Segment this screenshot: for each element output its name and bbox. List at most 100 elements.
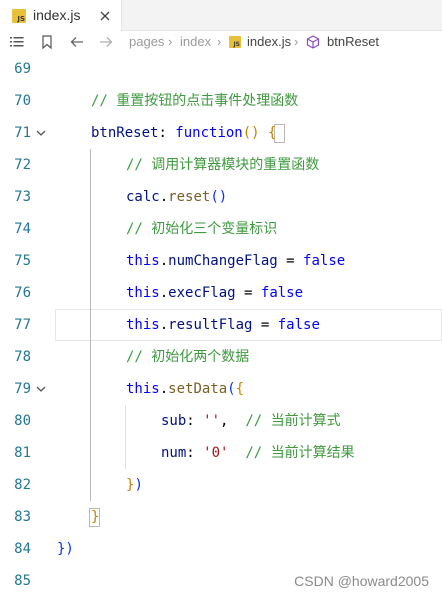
- code-token-bracket2: }): [57, 541, 74, 557]
- code-token-bracket: (): [242, 125, 269, 141]
- chevron-down-icon[interactable]: [35, 127, 47, 139]
- line-number: 78: [14, 349, 31, 365]
- line-number: 70: [14, 93, 31, 109]
- list-icon[interactable]: [9, 34, 25, 50]
- code-text: num: '0' // 当前计算结果: [161, 437, 355, 469]
- code-token-bracket: }: [91, 509, 100, 525]
- breadcrumb-item-pages[interactable]: pages: [129, 31, 164, 53]
- breadcrumb-item-file[interactable]: index.js: [247, 31, 291, 53]
- code-token-punc: ,: [220, 413, 246, 429]
- javascript-file-icon: JS: [229, 36, 241, 48]
- code-line[interactable]: 84}): [0, 533, 442, 565]
- javascript-file-icon: JS: [12, 9, 26, 23]
- breadcrumb-separator: ›: [217, 34, 222, 49]
- line-number: 76: [14, 285, 31, 301]
- close-icon[interactable]: [96, 7, 114, 25]
- code-line[interactable]: 81 num: '0' // 当前计算结果: [0, 437, 442, 469]
- code-token-fn: setData: [168, 381, 228, 397]
- line-number: 75: [14, 253, 31, 269]
- code-line[interactable]: 82}): [0, 469, 442, 501]
- code-text: this.numChangeFlag = false: [126, 245, 345, 277]
- code-token-comment: // 初始化三个变量标识: [126, 221, 278, 237]
- code-token-key: this: [126, 381, 160, 397]
- code-token-punc: .: [159, 253, 169, 269]
- line-number: 79: [14, 381, 31, 397]
- code-token-punc: :: [186, 445, 204, 461]
- bookmark-icon[interactable]: [39, 34, 55, 50]
- code-token-str: '': [203, 413, 221, 429]
- line-number: 82: [14, 477, 31, 493]
- code-editor[interactable]: 69 70 // 重置按钮的点击事件处理函数 71 btnReset: function…: [0, 53, 442, 602]
- code-token-comment: // 当前计算结果: [245, 445, 355, 461]
- code-line[interactable]: 79 this.setData({: [0, 373, 442, 405]
- code-token-bracket2: ): [134, 477, 143, 493]
- breadcrumb-separator: ›: [294, 34, 299, 49]
- code-line[interactable]: 71 btnReset: function() {: [0, 117, 442, 149]
- code-text: }): [126, 469, 143, 501]
- code-token-punc: :: [158, 125, 176, 141]
- line-number: 69: [14, 61, 31, 77]
- code-line[interactable]: 77 this.resultFlag = false: [0, 309, 442, 341]
- code-token-key: false: [260, 285, 304, 301]
- tab-label: index.js: [33, 7, 81, 23]
- code-text: // 初始化三个变量标识: [126, 213, 277, 245]
- breadcrumb: pages › index › JS index.js › btnReset: [0, 31, 442, 53]
- code-token-punc: .: [159, 317, 169, 333]
- code-token-punc: =: [277, 253, 304, 269]
- code-text: // 调用计算器模块的重置函数: [126, 149, 319, 181]
- code-token-comment: // 重置按钮的点击事件处理函数: [91, 93, 299, 109]
- line-number: 77: [14, 317, 31, 333]
- line-number: 73: [14, 189, 31, 205]
- code-token-prop: calc: [126, 189, 160, 205]
- code-token-key: this: [126, 253, 160, 269]
- code-token-prop: sub: [161, 413, 187, 429]
- code-line[interactable]: 75 this.numChangeFlag = false: [0, 245, 442, 277]
- code-token-bracket: {: [235, 381, 245, 397]
- code-line[interactable]: 80 sub: '', // 当前计算式: [0, 405, 442, 437]
- code-text: sub: '', // 当前计算式: [161, 405, 341, 437]
- code-token-punc: [228, 445, 245, 461]
- code-line[interactable]: 70 // 重置按钮的点击事件处理函数: [0, 85, 442, 117]
- code-token-bracket: {: [268, 125, 277, 141]
- arrow-left-icon[interactable]: [69, 34, 85, 50]
- code-token-comment: // 初始化两个数据: [126, 349, 250, 365]
- code-text: }: [91, 501, 99, 533]
- code-text: this.resultFlag = false: [126, 309, 320, 341]
- code-line[interactable]: 73 calc.reset(): [0, 181, 442, 213]
- watermark: CSDN @howard2005: [294, 573, 429, 589]
- arrow-right-icon[interactable]: [98, 34, 114, 50]
- code-line[interactable]: 69: [0, 53, 442, 85]
- code-token-punc: .: [159, 189, 169, 205]
- tab-index-js[interactable]: JS index.js: [0, 0, 122, 31]
- code-token-punc: =: [252, 317, 278, 333]
- line-number: 85: [14, 573, 31, 589]
- code-line[interactable]: 72 // 调用计算器模块的重置函数: [0, 149, 442, 181]
- code-token-key: function: [175, 125, 243, 141]
- code-token-prop: resultFlag: [168, 317, 253, 333]
- code-token-key: this: [126, 285, 160, 301]
- code-token-bracket2: (): [210, 189, 228, 205]
- chevron-down-icon[interactable]: [35, 383, 47, 395]
- code-token-prop: execFlag: [168, 285, 236, 301]
- code-token-prop: num: [161, 445, 187, 461]
- breadcrumb-item-index[interactable]: index: [180, 31, 211, 53]
- line-number: 71: [14, 125, 31, 141]
- code-token-comment: // 当前计算式: [245, 413, 341, 429]
- code-text: }): [57, 533, 74, 565]
- code-token-key: false: [277, 317, 320, 333]
- code-line[interactable]: 78 // 初始化两个数据: [0, 341, 442, 373]
- code-line[interactable]: 74 // 初始化三个变量标识: [0, 213, 442, 245]
- code-token-str: '0': [203, 445, 229, 461]
- code-token-prop: btnReset: [91, 125, 159, 141]
- code-line[interactable]: 83}: [0, 501, 442, 533]
- code-token-fn: reset: [168, 189, 211, 205]
- code-token-key: false: [303, 253, 346, 269]
- code-token-punc: .: [159, 285, 169, 301]
- line-number: 81: [14, 445, 31, 461]
- tab-bar: JS index.js: [0, 0, 442, 31]
- code-text: this.setData({: [126, 373, 244, 405]
- breadcrumb-item-symbol[interactable]: btnReset: [327, 31, 379, 53]
- line-number: 84: [14, 541, 31, 557]
- code-token-prop: numChangeFlag: [168, 253, 278, 269]
- code-line[interactable]: 76 this.execFlag = false: [0, 277, 442, 309]
